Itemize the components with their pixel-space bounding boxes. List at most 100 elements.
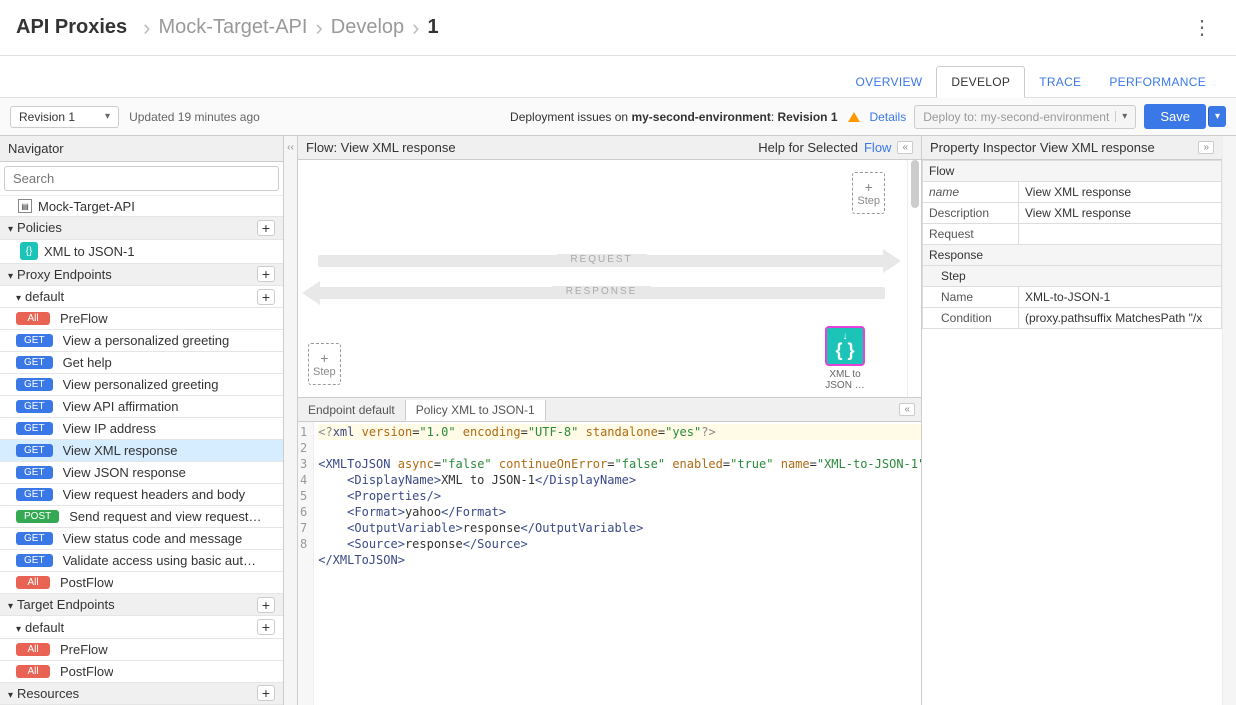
- navigator-title: Navigator: [0, 136, 283, 162]
- inspector-condition-key: Condition: [923, 308, 1019, 329]
- add-target-flow-button[interactable]: +: [257, 619, 275, 635]
- inspector-condition-value[interactable]: (proxy.pathsuffix MatchesPath "/x: [1019, 308, 1222, 329]
- navigator-flow-item[interactable]: GETView XML response: [0, 440, 283, 462]
- right-scrollbar[interactable]: [1222, 136, 1236, 705]
- add-flow-button[interactable]: +: [257, 289, 275, 305]
- inspector-request-key: Request: [923, 224, 1019, 245]
- navigator-flow-item[interactable]: GETView IP address: [0, 418, 283, 440]
- collapse-code-icon[interactable]: «: [899, 403, 915, 416]
- navigator-flow-item[interactable]: GET View API affirmation: [0, 396, 283, 418]
- flow-label: PostFlow: [60, 575, 113, 590]
- navigator-target-default[interactable]: ▾default +: [0, 616, 283, 638]
- proxy-icon: ▤: [18, 199, 32, 213]
- inspector-name-key: name: [923, 182, 1019, 203]
- navigator-proxy-root[interactable]: ▤ Mock-Target-API: [0, 196, 283, 217]
- navigator-flow-item[interactable]: GETView JSON response: [0, 462, 283, 484]
- help-link[interactable]: Flow: [864, 140, 891, 155]
- code-tab-policy[interactable]: Policy XML to JSON-1: [406, 400, 546, 421]
- code-tab-endpoint[interactable]: Endpoint default: [298, 400, 406, 420]
- navigator-flow-item[interactable]: AllPostFlow: [0, 661, 283, 683]
- top-bar: API Proxies › Mock-Target-API › Develop …: [0, 0, 1236, 56]
- flow-label: View a personalized greeting: [63, 333, 230, 348]
- add-proxy-endpoint-button[interactable]: +: [257, 266, 275, 282]
- method-badge: GET: [16, 400, 53, 413]
- property-inspector: Property Inspector View XML response » F…: [922, 136, 1222, 705]
- kebab-menu-icon[interactable]: ⋮: [1184, 11, 1220, 44]
- details-link[interactable]: Details: [870, 110, 907, 124]
- deploy-issue-text: Deployment issues on my-second-environme…: [510, 110, 837, 124]
- method-badge: All: [16, 643, 50, 656]
- code-editor[interactable]: 12345678 <?xml version="1.0" encoding="U…: [298, 422, 921, 705]
- method-badge: All: [16, 576, 50, 589]
- code-content[interactable]: <?xml version="1.0" encoding="UTF-8" sta…: [314, 422, 921, 705]
- flow-label: Send request and view request…: [69, 509, 261, 524]
- navigator-flow-item[interactable]: AllPreFlow: [0, 308, 283, 330]
- help-label: Help for Selected: [758, 140, 858, 155]
- breadcrumb-section[interactable]: Develop: [331, 16, 404, 39]
- navigator-section-resources[interactable]: ▾Resources +: [0, 683, 283, 705]
- breadcrumb-sep: ›: [143, 15, 150, 41]
- diagram-scrollbar[interactable]: [907, 160, 921, 397]
- add-policy-button[interactable]: +: [257, 220, 275, 236]
- flow-label: View status code and message: [63, 531, 243, 546]
- flow-diagram: +Step REQUEST RESPONSE +Step ↓ { } XML t…: [298, 160, 921, 398]
- navigator-section-proxy-endpoints[interactable]: ▾Proxy Endpoints +: [0, 264, 283, 286]
- inspector-name-value[interactable]: View XML response: [1019, 182, 1222, 203]
- save-button[interactable]: Save: [1144, 104, 1206, 129]
- inspector-step-name-value[interactable]: XML-to-JSON-1: [1019, 287, 1222, 308]
- inspector-desc-key: Description: [923, 203, 1019, 224]
- breadcrumb-revision: 1: [427, 16, 438, 39]
- navigator-flow-item[interactable]: GETValidate access using basic aut…: [0, 550, 283, 572]
- add-resource-button[interactable]: +: [257, 685, 275, 701]
- method-badge: GET: [16, 378, 53, 391]
- add-step-request[interactable]: +Step: [852, 172, 885, 214]
- navigator-flow-item[interactable]: AllPreFlow: [0, 639, 283, 661]
- tab-performance[interactable]: PERFORMANCE: [1095, 67, 1220, 97]
- breadcrumb-proxy[interactable]: Mock-Target-API: [159, 16, 308, 39]
- flow-label: PostFlow: [60, 664, 113, 679]
- deploy-to-select[interactable]: Deploy to: my-second-environment: [914, 105, 1136, 129]
- add-target-endpoint-button[interactable]: +: [257, 597, 275, 613]
- inspector-desc-value[interactable]: View XML response: [1019, 203, 1222, 224]
- collapse-inspector-icon[interactable]: »: [1198, 141, 1214, 154]
- collapse-diagram-icon[interactable]: «: [897, 141, 913, 154]
- navigator-flow-item[interactable]: GETGet help: [0, 352, 283, 374]
- action-bar: Revision 1 Updated 19 minutes ago Deploy…: [0, 98, 1236, 136]
- method-badge: GET: [16, 444, 53, 457]
- method-badge: GET: [16, 422, 53, 435]
- navigator-section-target-endpoints[interactable]: ▾Target Endpoints +: [0, 594, 283, 616]
- policy-node-xml-to-json[interactable]: ↓ { } XML toJSON …: [819, 326, 871, 391]
- add-step-response[interactable]: +Step: [308, 343, 341, 385]
- navigator-policy-item[interactable]: {} XML to JSON-1: [0, 240, 283, 264]
- arrow-right-icon: [883, 249, 901, 273]
- navigator-search-input[interactable]: [4, 166, 279, 191]
- collapse-navigator-handle[interactable]: ‹‹: [284, 136, 298, 705]
- method-badge: GET: [16, 554, 53, 567]
- inspector-response-header: Response: [923, 245, 1222, 266]
- navigator-flow-item[interactable]: GETView a personalized greeting: [0, 330, 283, 352]
- flow-label: PreFlow: [60, 311, 108, 326]
- navigator-flow-item[interactable]: GETView request headers and body: [0, 484, 283, 506]
- flow-label: View API affirmation: [63, 399, 179, 414]
- inspector-request-value[interactable]: [1019, 224, 1222, 245]
- tab-overview[interactable]: OVERVIEW: [842, 67, 937, 97]
- navigator-section-policies[interactable]: ▾Policies +: [0, 217, 283, 239]
- breadcrumb-root[interactable]: API Proxies: [16, 16, 127, 39]
- xml-to-json-icon: {}: [20, 242, 38, 260]
- save-dropdown[interactable]: ▾: [1208, 106, 1226, 127]
- navigator-flow-item[interactable]: All PostFlow: [0, 572, 283, 594]
- tabs-bar: OVERVIEW DEVELOP TRACE PERFORMANCE: [0, 56, 1236, 98]
- center-panel: Flow: View XML response Help for Selecte…: [298, 136, 922, 705]
- request-lane: REQUEST: [318, 255, 885, 267]
- flow-title: Flow: View XML response: [306, 140, 456, 155]
- navigator-flow-item[interactable]: POSTSend request and view request…: [0, 506, 283, 528]
- navigator-proxy-default[interactable]: ▾default +: [0, 286, 283, 308]
- warning-icon: [848, 112, 860, 122]
- tab-develop[interactable]: DEVELOP: [936, 66, 1025, 98]
- navigator-flow-item[interactable]: GETView personalized greeting: [0, 374, 283, 396]
- tab-trace[interactable]: TRACE: [1025, 67, 1095, 97]
- navigator-flow-item[interactable]: GETView status code and message: [0, 528, 283, 550]
- revision-select[interactable]: Revision 1: [10, 106, 119, 128]
- method-badge: GET: [16, 488, 53, 501]
- breadcrumb-sep: ›: [315, 15, 322, 41]
